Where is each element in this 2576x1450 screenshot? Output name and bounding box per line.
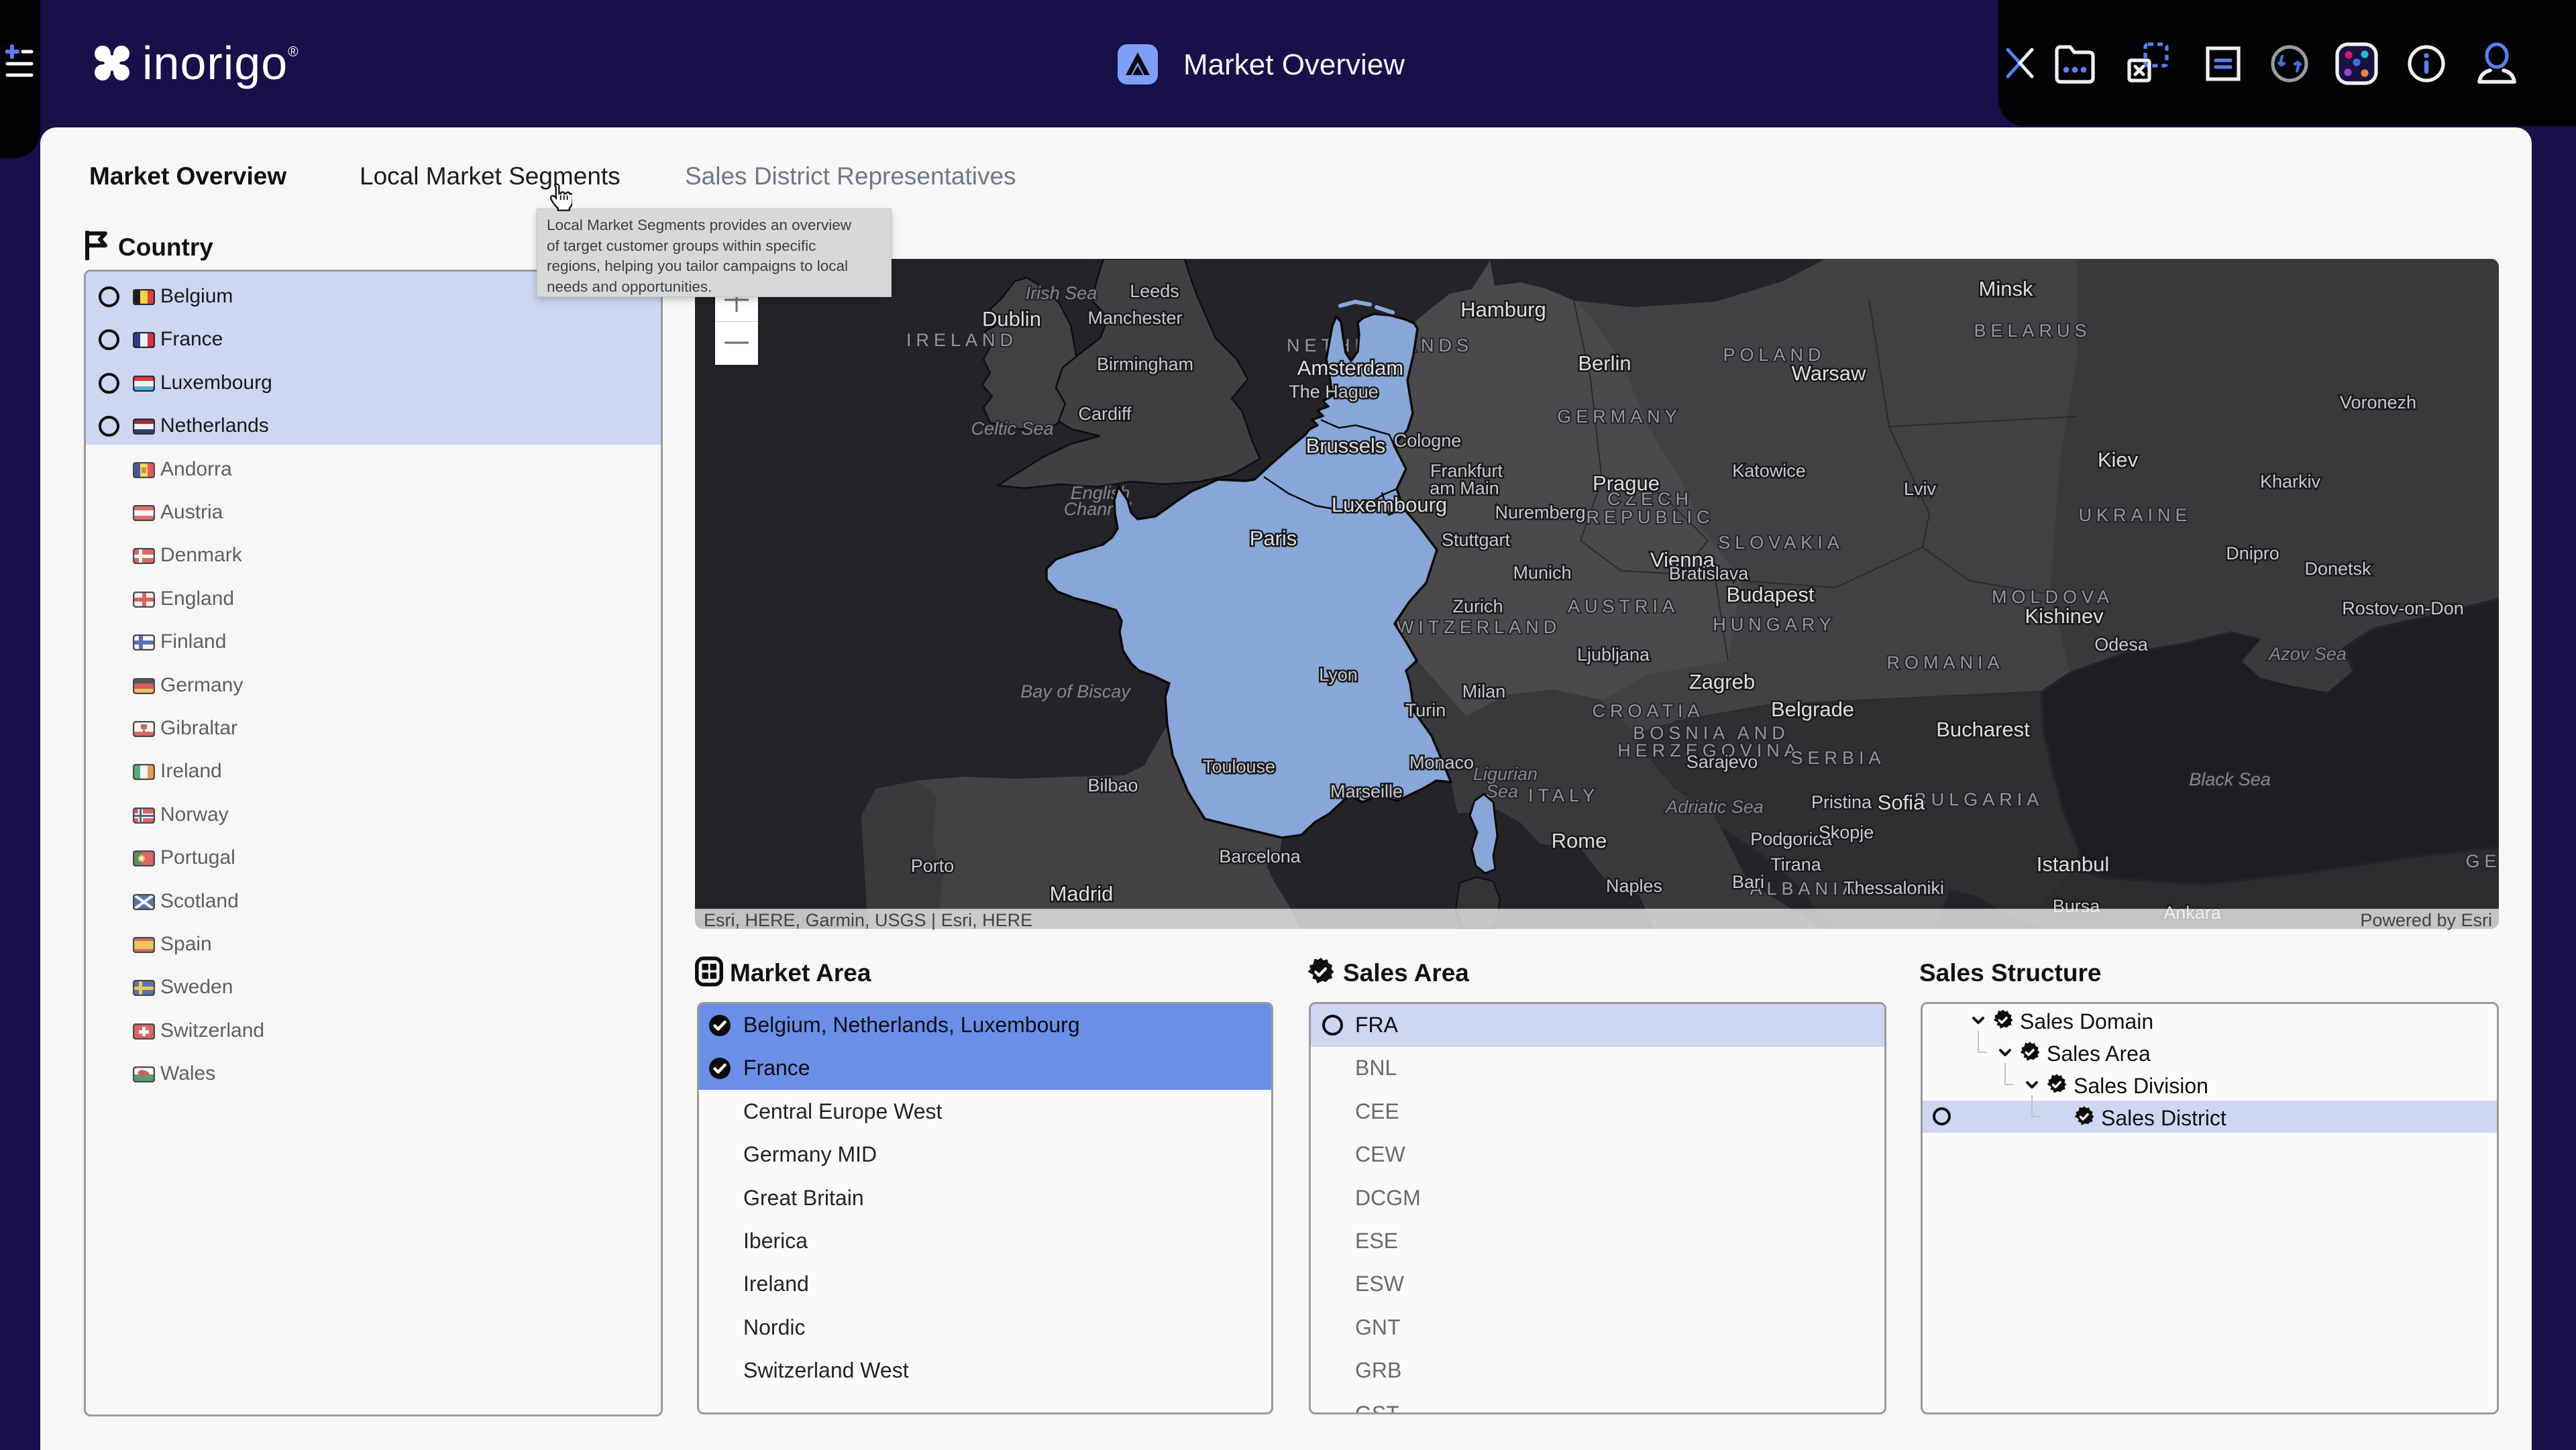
svg-text:Celtic Sea: Celtic Sea bbox=[971, 419, 1053, 439]
svg-text:Leeds: Leeds bbox=[1130, 281, 1179, 301]
svg-text:Paris: Paris bbox=[1250, 526, 1297, 550]
svg-text:Cardiff: Cardiff bbox=[1078, 404, 1132, 424]
svg-text:Kiev: Kiev bbox=[2098, 448, 2139, 471]
svg-text:Madrid: Madrid bbox=[1050, 882, 1114, 905]
svg-text:Bilbao: Bilbao bbox=[1087, 775, 1138, 795]
svg-text:Rome: Rome bbox=[1552, 829, 1607, 852]
svg-text:Istanbul: Istanbul bbox=[2037, 852, 2110, 876]
svg-text:Sea: Sea bbox=[1486, 781, 1518, 801]
svg-text:Irish Sea: Irish Sea bbox=[1026, 283, 1097, 303]
svg-text:Budapest: Budapest bbox=[1727, 583, 1815, 606]
svg-text:Hamburg: Hamburg bbox=[1460, 298, 1546, 321]
svg-text:Zagreb: Zagreb bbox=[1689, 670, 1755, 693]
svg-text:Adriatic Sea: Adriatic Sea bbox=[1664, 797, 1764, 817]
svg-text:Monaco: Monaco bbox=[1409, 752, 1474, 773]
svg-text:Rostov-on-Don: Rostov-on-Don bbox=[2342, 598, 2464, 618]
svg-text:Donetsk: Donetsk bbox=[2304, 559, 2371, 579]
svg-text:Birmingham: Birmingham bbox=[1097, 354, 1193, 374]
svg-text:GERMANY: GERMANY bbox=[1557, 406, 1682, 427]
svg-text:The Hague: The Hague bbox=[1289, 382, 1379, 402]
svg-text:Voronezh: Voronezh bbox=[2340, 392, 2416, 412]
svg-text:Marseille: Marseille bbox=[1330, 781, 1403, 801]
svg-text:Kharkiv: Kharkiv bbox=[2260, 471, 2321, 492]
svg-text:Lviv: Lviv bbox=[1904, 479, 1937, 499]
svg-text:ROMANIA: ROMANIA bbox=[1886, 653, 2004, 673]
svg-text:BELARUS: BELARUS bbox=[1974, 321, 2091, 341]
svg-text:Sofia: Sofia bbox=[1878, 791, 1925, 814]
svg-text:Lyon: Lyon bbox=[1319, 665, 1358, 685]
svg-text:Zurich: Zurich bbox=[1452, 596, 1503, 616]
svg-text:Stuttgart: Stuttgart bbox=[1442, 530, 1511, 550]
svg-text:Porto: Porto bbox=[911, 856, 955, 876]
svg-text:AUSTRIA: AUSTRIA bbox=[1568, 596, 1679, 616]
svg-text:Bratislava: Bratislava bbox=[1669, 563, 1750, 583]
svg-text:Bucharest: Bucharest bbox=[1936, 718, 2030, 741]
svg-text:BULGARIA: BULGARIA bbox=[1915, 789, 2044, 810]
svg-text:Milan: Milan bbox=[1462, 681, 1506, 702]
svg-text:Belgrade: Belgrade bbox=[1771, 698, 1854, 721]
svg-text:Naples: Naples bbox=[1606, 876, 1662, 896]
svg-text:Turin: Turin bbox=[1405, 700, 1446, 720]
svg-text:Cologne: Cologne bbox=[1394, 431, 1462, 451]
svg-text:Bari: Bari bbox=[1732, 872, 1764, 892]
svg-text:REPUBLIC: REPUBLIC bbox=[1586, 507, 1714, 527]
svg-text:Ljubljana: Ljubljana bbox=[1577, 645, 1650, 665]
svg-text:Black Sea: Black Sea bbox=[2189, 769, 2271, 789]
svg-text:CROATIA: CROATIA bbox=[1592, 701, 1704, 721]
svg-text:UKRAINE: UKRAINE bbox=[2078, 505, 2192, 525]
svg-text:Dnipro: Dnipro bbox=[2226, 543, 2279, 563]
svg-text:Nuremberg: Nuremberg bbox=[1495, 502, 1585, 522]
svg-text:am Main: am Main bbox=[1430, 478, 1499, 498]
svg-text:Toulouse: Toulouse bbox=[1203, 757, 1275, 777]
svg-text:Sarajevo: Sarajevo bbox=[1686, 752, 1758, 772]
svg-text:Minsk: Minsk bbox=[1979, 277, 2033, 300]
svg-text:ITALY: ITALY bbox=[1528, 785, 1599, 805]
svg-text:Katowice: Katowice bbox=[1732, 461, 1806, 481]
svg-text:Skopje: Skopje bbox=[1819, 822, 1874, 842]
svg-text:Prague: Prague bbox=[1593, 471, 1660, 495]
svg-text:Brussels: Brussels bbox=[1306, 434, 1386, 457]
svg-text:Dublin: Dublin bbox=[982, 307, 1041, 331]
svg-text:SERBIA: SERBIA bbox=[1790, 748, 1885, 768]
svg-text:Thessaloniki: Thessaloniki bbox=[1843, 878, 1944, 898]
svg-text:Odesa: Odesa bbox=[2094, 634, 2149, 655]
svg-text:HUNGARY: HUNGARY bbox=[1713, 614, 1836, 634]
svg-text:Azov Sea: Azov Sea bbox=[2267, 644, 2347, 664]
svg-text:Warsaw: Warsaw bbox=[1792, 361, 1866, 385]
svg-text:Amsterdam: Amsterdam bbox=[1297, 356, 1403, 380]
svg-text:Barcelona: Barcelona bbox=[1219, 846, 1301, 867]
svg-text:Kishinev: Kishinev bbox=[2025, 604, 2104, 628]
svg-text:Bay of Biscay: Bay of Biscay bbox=[1020, 681, 1131, 702]
svg-text:Berlin: Berlin bbox=[1578, 351, 1631, 375]
svg-text:Manchester: Manchester bbox=[1087, 308, 1182, 328]
svg-text:GEO: GEO bbox=[2465, 851, 2499, 871]
svg-text:SLOVAKIA: SLOVAKIA bbox=[1718, 533, 1844, 553]
svg-text:IRELAND: IRELAND bbox=[906, 330, 1018, 350]
svg-text:Pristina: Pristina bbox=[1811, 792, 1872, 812]
svg-text:Munich: Munich bbox=[1513, 563, 1571, 583]
svg-text:Tirana: Tirana bbox=[1770, 854, 1822, 875]
svg-text:SWITZERLAND: SWITZERLAND bbox=[1380, 617, 1562, 637]
